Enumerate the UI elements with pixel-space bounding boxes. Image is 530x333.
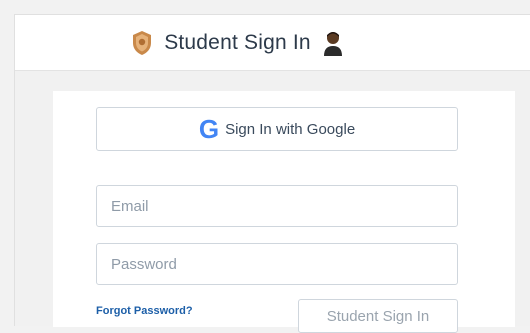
- email-field[interactable]: [96, 185, 458, 227]
- password-field[interactable]: [96, 243, 458, 285]
- forgot-password-link[interactable]: Forgot Password?: [96, 305, 193, 317]
- shield-badge-icon: [130, 29, 154, 57]
- page-title: Student Sign In: [164, 30, 311, 54]
- sign-in-card: G Sign In with Google Forgot Password? S…: [53, 91, 515, 333]
- sign-in-page: Student Sign In G Sign In with Google Fo…: [14, 14, 530, 333]
- google-sign-in-button[interactable]: G Sign In with Google: [96, 107, 458, 151]
- google-icon: G: [199, 116, 219, 142]
- student-sign-in-button[interactable]: Student Sign In: [298, 299, 458, 333]
- google-button-label: Sign In with Google: [225, 120, 356, 138]
- page-header: Student Sign In: [15, 15, 530, 71]
- google-glyph: G: [198, 114, 220, 144]
- student-avatar-icon: [321, 29, 345, 57]
